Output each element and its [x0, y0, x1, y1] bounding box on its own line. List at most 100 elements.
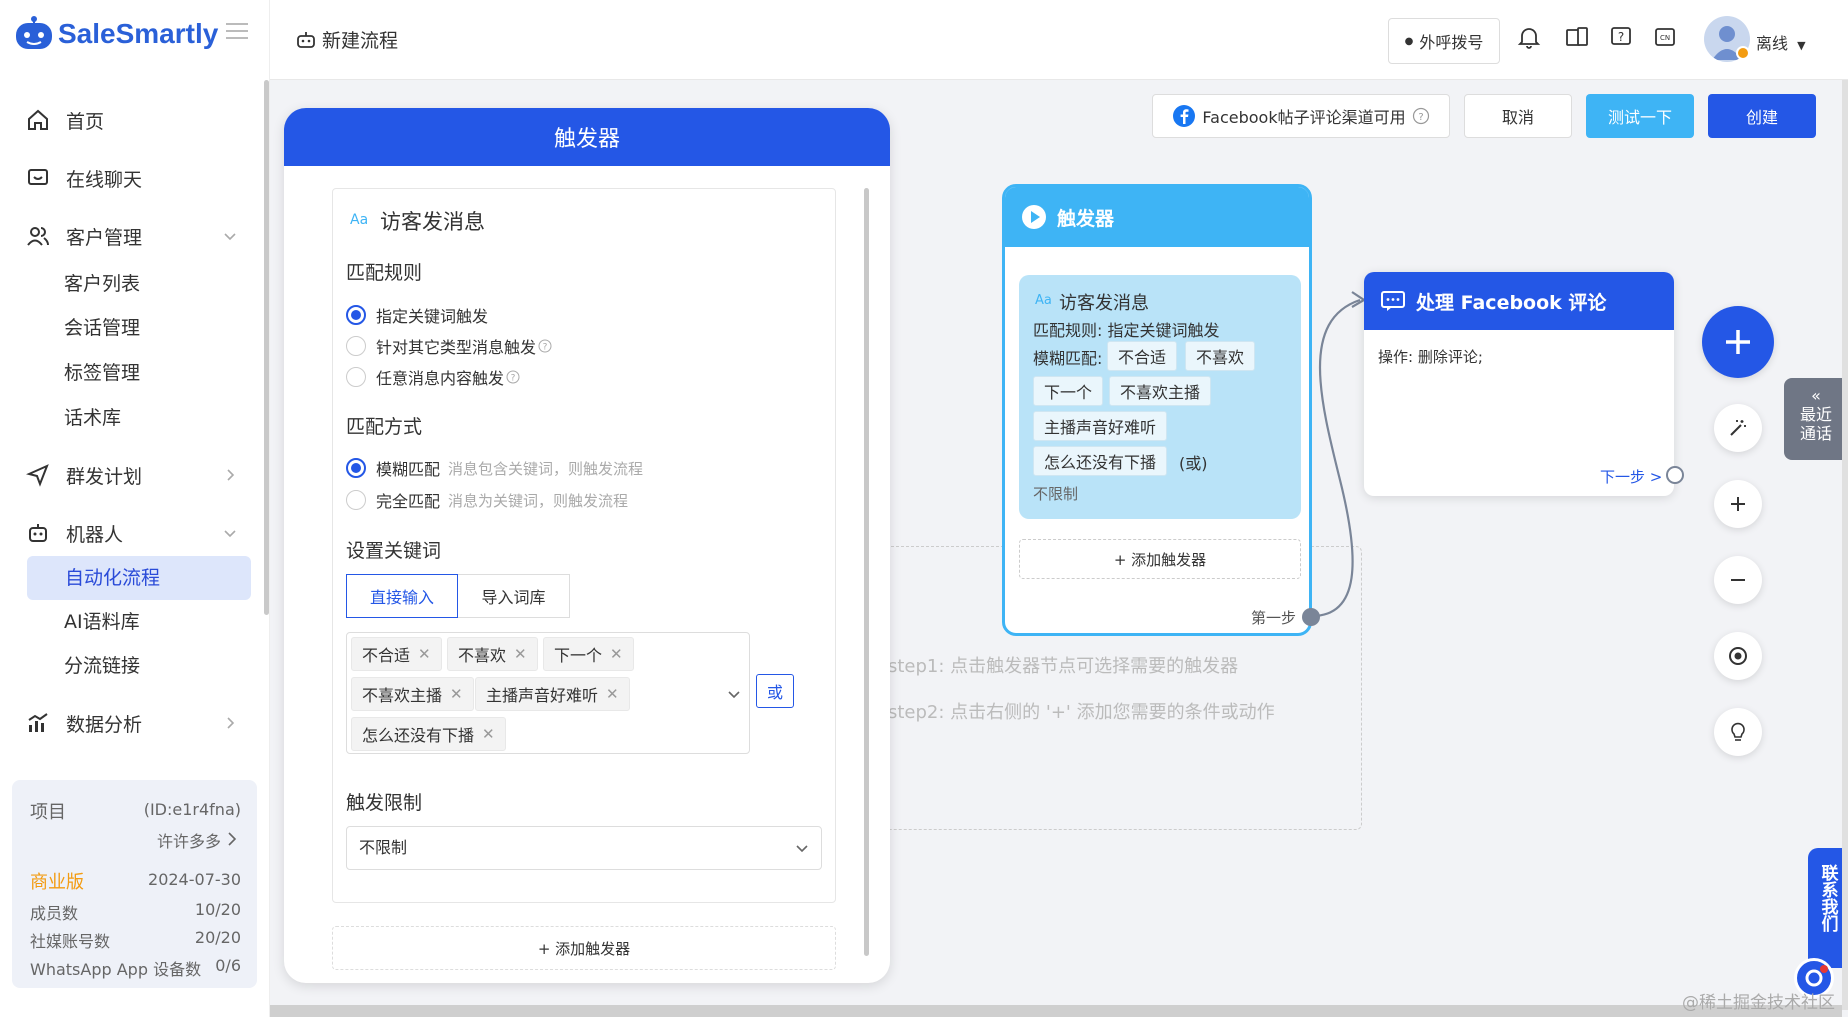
- radio-label: 完全匹配: [376, 492, 441, 511]
- radio-hint: 消息包含关键词，则触发流程: [448, 459, 644, 478]
- radio-unchecked-icon: [346, 490, 366, 510]
- keyword-text: 不合适: [362, 646, 411, 665]
- svg-text:?: ?: [511, 374, 516, 384]
- add-node-button[interactable]: [1702, 306, 1774, 378]
- next-step-link[interactable]: 下一步 >: [1600, 466, 1662, 487]
- comment-icon: [1381, 291, 1405, 311]
- close-icon[interactable]: ✕: [450, 685, 463, 703]
- sidebar-item-robot[interactable]: 机器人: [26, 513, 236, 553]
- magic-wand-button[interactable]: [1714, 404, 1762, 452]
- svg-text:CN: CN: [1660, 34, 1670, 42]
- keyword-text: 不喜欢主播: [362, 686, 443, 705]
- keyword-tag: 不合适: [1107, 341, 1178, 371]
- radio-other-type-trigger[interactable]: 针对其它类型消息触发?: [346, 334, 552, 358]
- tips-button[interactable]: [1714, 708, 1762, 756]
- recent-calls-tab[interactable]: « 最近 通话: [1784, 378, 1848, 460]
- keyword-tag: 不喜欢 ✕: [447, 637, 538, 671]
- chevron-down-icon: [796, 845, 808, 853]
- sidebar-item-analytics[interactable]: 数据分析: [26, 703, 235, 743]
- radio-checked-icon: [346, 458, 366, 478]
- panel-scrollbar[interactable]: [864, 188, 869, 956]
- language-icon[interactable]: CN: [1652, 24, 1678, 50]
- close-icon[interactable]: ✕: [514, 645, 527, 663]
- radio-keyword-trigger[interactable]: 指定关键词触发: [346, 303, 488, 327]
- tab-direct-input[interactable]: 直接输入: [346, 574, 458, 618]
- trigger-limit-select[interactable]: 不限制: [346, 826, 822, 870]
- sidebar-item-chat[interactable]: 在线聊天: [26, 158, 142, 198]
- sidebar-subitem-scripts[interactable]: 话术库: [64, 398, 121, 438]
- zoom-out-button[interactable]: [1714, 556, 1762, 604]
- project-card[interactable]: 项目 (ID:e1r4fna) 许许多多 商业版 2024-07-30 成员数 …: [12, 780, 257, 988]
- sidebar-subitem-split-links[interactable]: 分流链接: [64, 646, 140, 686]
- bell-icon[interactable]: [1516, 24, 1542, 50]
- sidebar-subitem-customer-list[interactable]: 客户列表: [64, 264, 140, 304]
- add-trigger-button[interactable]: + 添加触发器: [332, 926, 836, 970]
- close-icon[interactable]: ✕: [610, 645, 623, 663]
- chevron-down-icon[interactable]: [727, 687, 741, 701]
- close-icon[interactable]: ✕: [606, 685, 619, 703]
- sidebar-subitem-ai-corpus[interactable]: AI语料库: [64, 602, 140, 642]
- sidebar-subitem-sessions[interactable]: 会话管理: [64, 308, 140, 348]
- radio-fuzzy-match[interactable]: 模糊匹配 消息包含关键词，则触发流程: [346, 456, 643, 480]
- radio-any-message-trigger[interactable]: 任意消息内容触发?: [346, 365, 520, 389]
- or-button[interactable]: 或: [756, 674, 794, 708]
- sidebar-item-home[interactable]: 首页: [26, 100, 104, 140]
- radio-unchecked-icon: [346, 367, 366, 387]
- add-trigger-button[interactable]: + 添加触发器: [1019, 539, 1301, 579]
- chat-icon: [28, 169, 48, 185]
- trigger-node[interactable]: 触发器 Aa 访客发消息 匹配规则: 指定关键词触发 模糊匹配: 不合适 不喜欢…: [1002, 184, 1312, 636]
- sidebar-item-broadcast[interactable]: 群发计划: [26, 455, 235, 495]
- chevron-right-icon: [228, 832, 237, 846]
- sidebar-item-label: 群发计划: [66, 465, 143, 488]
- canvas-vertical-scrollbar[interactable]: [1842, 80, 1848, 1010]
- logo[interactable]: SaleSmartly: [12, 14, 218, 54]
- action-output-port[interactable]: [1666, 466, 1684, 484]
- trigger-node-title: 触发器: [1057, 207, 1115, 230]
- canvas-horizontal-scrollbar[interactable]: [270, 1005, 1842, 1017]
- locate-button[interactable]: [1714, 632, 1762, 680]
- canvas-hint-step1: step1: 点击触发器节点可选择需要的触发器: [888, 656, 1239, 677]
- action-operation: 操作: 删除评论;: [1378, 348, 1483, 366]
- test-button[interactable]: 测试一下: [1586, 94, 1694, 138]
- zoom-in-button[interactable]: [1714, 480, 1762, 528]
- close-icon[interactable]: ✕: [482, 725, 495, 743]
- or-label: (或): [1179, 454, 1208, 473]
- robot-icon: [297, 31, 315, 48]
- sidebar-subitem-automation[interactable]: 自动化流程: [27, 556, 251, 600]
- status-dot-icon: ●: [1404, 35, 1414, 47]
- recent-calls-label: 最近: [1799, 405, 1832, 424]
- svg-text:?: ?: [1418, 112, 1423, 123]
- facebook-channel-status[interactable]: Facebook帖子评论渠道可用 ?: [1152, 94, 1450, 138]
- action-node[interactable]: 处理 Facebook 评论 操作: 删除评论; 下一步 >: [1364, 272, 1674, 496]
- cancel-button[interactable]: 取消: [1464, 94, 1572, 138]
- tab-import-lexicon[interactable]: 导入词库: [458, 574, 570, 618]
- sidebar-subitem-tags[interactable]: 标签管理: [64, 353, 140, 393]
- send-icon: [26, 464, 49, 487]
- keyword-input[interactable]: 不合适 ✕ 不喜欢 ✕ 下一个 ✕ 不喜欢主播 ✕ 主播声音好难听 ✕ 怎么还没有下播 ✕: [346, 632, 750, 754]
- trigger-output-port[interactable]: [1302, 608, 1320, 626]
- help-circle-icon: ?: [1412, 107, 1429, 125]
- radio-exact-match[interactable]: 完全匹配 消息为关键词，则触发流程: [346, 488, 628, 512]
- svg-text:?: ?: [543, 343, 548, 353]
- facebook-icon: [1173, 105, 1196, 127]
- analytics-icon: [28, 713, 48, 732]
- plan-name: 商业版: [30, 872, 84, 893]
- outbound-call-button[interactable]: ● 外呼拨号: [1388, 18, 1500, 64]
- close-icon[interactable]: ✕: [418, 645, 431, 663]
- project-owner: 许许多多: [156, 832, 221, 851]
- help-icon[interactable]: ?: [1608, 24, 1634, 50]
- menu-fold-icon[interactable]: [226, 22, 248, 40]
- chevron-right-icon: [227, 717, 235, 729]
- sidebar-item-customers[interactable]: 客户管理: [26, 216, 236, 256]
- keyword-tag: 怎么还没有下播 ✕: [351, 717, 506, 751]
- devices-icon[interactable]: [1564, 24, 1590, 50]
- zoom-out-icon: [1731, 579, 1745, 581]
- plus-icon: [1726, 330, 1750, 354]
- user-status-dropdown[interactable]: 离线 ▼: [1756, 30, 1806, 54]
- create-button[interactable]: 创建: [1708, 94, 1816, 138]
- chevron-down-icon: [224, 233, 236, 241]
- help-circle-icon: ?: [538, 339, 552, 353]
- trigger-node-card[interactable]: Aa 访客发消息 匹配规则: 指定关键词触发 模糊匹配: 不合适 不喜欢 下一个…: [1019, 275, 1301, 519]
- sidebar-scrollbar[interactable]: [264, 80, 269, 615]
- keyword-tag: 下一个: [1033, 376, 1104, 406]
